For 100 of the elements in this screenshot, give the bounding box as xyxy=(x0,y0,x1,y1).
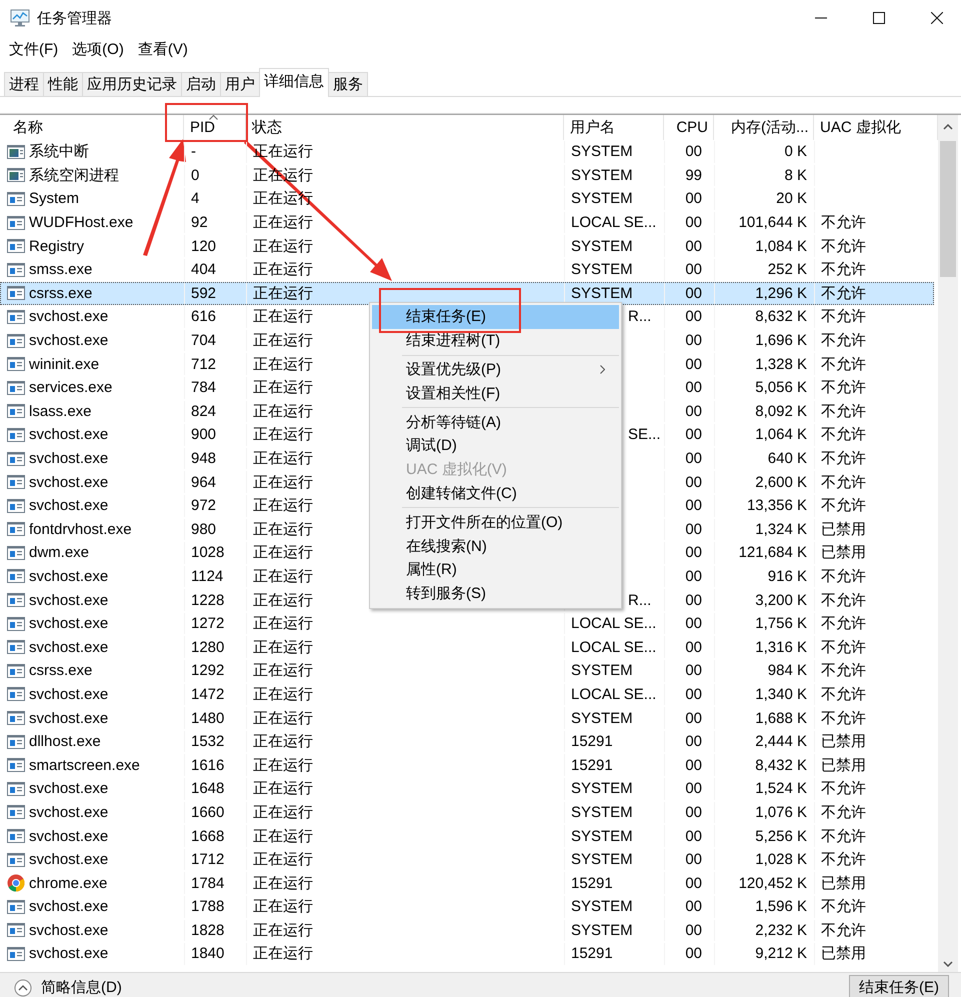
context-menu-item[interactable]: 结束任务(E) xyxy=(372,305,619,329)
process-name: 系统中断 xyxy=(29,142,89,162)
cpu-value: 00 xyxy=(685,592,702,609)
context-menu-item[interactable]: 设置相关性(F) xyxy=(372,381,619,406)
window-icon xyxy=(7,262,25,277)
tab[interactable]: 应用历史记录 xyxy=(82,72,182,96)
tab[interactable]: 用户 xyxy=(220,72,260,96)
close-icon[interactable] xyxy=(931,12,943,24)
process-name: svchost.exe xyxy=(29,615,108,632)
memory-value: 20 K xyxy=(776,190,807,208)
pid-value: 1028 xyxy=(191,544,224,562)
process-name: svchost.exe xyxy=(29,332,108,350)
window-icon xyxy=(7,946,25,961)
scroll-thumb[interactable] xyxy=(940,141,956,277)
user-name-value: LOCAL SE... xyxy=(571,686,656,703)
column-header[interactable]: 内存(活动... xyxy=(714,115,814,140)
window-icon xyxy=(7,475,25,490)
window-icon xyxy=(7,758,25,772)
memory-value: 1,696 K xyxy=(755,332,807,350)
cpu-value: 00 xyxy=(685,662,702,680)
window-icon xyxy=(7,168,25,182)
status-value: 正在运行 xyxy=(253,543,313,562)
tab[interactable]: 进程 xyxy=(4,72,44,96)
process-name: Registry xyxy=(29,238,84,255)
pid-value: 948 xyxy=(191,450,216,468)
pid-value: 120 xyxy=(191,238,216,255)
context-menu-item[interactable]: 转到服务(S) xyxy=(372,582,619,606)
window-icon xyxy=(7,616,25,631)
cpu-value: 00 xyxy=(685,238,702,255)
window-icon xyxy=(7,192,25,206)
user-name-value: R... xyxy=(628,592,652,609)
table-row[interactable]: csrss.exe 592 正在运行 SYSTEM 00 1,296 K 不允许 xyxy=(0,282,934,306)
uac-value: 不允许 xyxy=(821,638,866,657)
context-menu-item[interactable]: 结束进程树(T) xyxy=(372,328,619,353)
status-value: 正在运行 xyxy=(253,496,313,516)
window-icon xyxy=(7,687,25,702)
window-icon xyxy=(7,900,25,914)
tab[interactable]: 启动 xyxy=(181,72,221,96)
cpu-value: 00 xyxy=(685,780,702,798)
pid-value: 1272 xyxy=(191,615,224,632)
pid-value: 1472 xyxy=(191,686,224,703)
column-label: CPU xyxy=(676,119,708,136)
status-value: 正在运行 xyxy=(253,472,313,492)
context-menu-item[interactable]: 打开文件所在的位置(O) xyxy=(372,510,619,534)
cpu-value: 00 xyxy=(685,402,702,420)
context-menu-item[interactable]: 分析等待链(A) xyxy=(372,410,619,434)
status-value: 正在运行 xyxy=(253,756,313,775)
pid-value: - xyxy=(191,143,196,160)
pid-value: 4 xyxy=(191,190,200,208)
pid-value: 1660 xyxy=(191,804,224,821)
cpu-value: 00 xyxy=(685,214,702,232)
status-value: 正在运行 xyxy=(253,425,313,444)
maximize-icon[interactable] xyxy=(873,12,885,24)
memory-value: 1,064 K xyxy=(755,426,807,444)
menu-item[interactable]: 选项(O) xyxy=(72,40,124,58)
context-menu-item[interactable]: 设置优先级(P) xyxy=(372,358,619,382)
context-menu-item[interactable]: 在线搜索(N) xyxy=(372,534,619,558)
process-name: svchost.exe xyxy=(29,638,108,656)
uac-value: 不允许 xyxy=(821,850,866,870)
memory-value: 640 K xyxy=(768,450,807,468)
tab[interactable]: 服务 xyxy=(328,72,368,96)
context-menu-item[interactable]: 调试(D) xyxy=(372,434,619,458)
scroll-down-icon[interactable] xyxy=(943,961,953,967)
memory-value: 1,076 K xyxy=(755,804,807,821)
cpu-value: 00 xyxy=(685,332,702,350)
memory-value: 2,444 K xyxy=(755,733,807,750)
window-icon xyxy=(7,286,25,300)
chevron-right-icon xyxy=(600,364,605,374)
window-icon xyxy=(7,640,25,654)
memory-value: 3,200 K xyxy=(755,592,807,609)
uac-value: 不允许 xyxy=(821,826,866,846)
tab[interactable]: 详细信息 xyxy=(259,68,329,97)
column-header[interactable]: PID xyxy=(184,115,246,140)
column-header[interactable]: 名称 xyxy=(4,115,184,140)
tab[interactable]: 性能 xyxy=(43,72,83,96)
pid-value: 616 xyxy=(191,308,216,326)
end-task-button[interactable]: 结束任务(E) xyxy=(849,975,949,997)
column-header[interactable]: 状态 xyxy=(246,115,564,140)
process-name: 系统空闲进程 xyxy=(29,166,119,185)
pid-value: 1228 xyxy=(191,592,224,609)
uac-value: 不允许 xyxy=(821,684,866,704)
memory-value: 1,084 K xyxy=(755,238,807,255)
context-menu-item[interactable]: 属性(R) xyxy=(372,558,619,582)
window-icon xyxy=(7,404,25,418)
process-name: svchost.exe xyxy=(29,945,108,962)
pid-value: 980 xyxy=(191,520,216,538)
cpu-value: 00 xyxy=(685,379,702,396)
cpu-value: 00 xyxy=(685,874,702,892)
menu-item[interactable]: 文件(F) xyxy=(9,40,58,58)
details-toggle[interactable]: 简略信息(D) xyxy=(14,978,122,997)
scroll-up-icon[interactable] xyxy=(943,124,953,130)
menu-item[interactable]: 查看(V) xyxy=(138,40,188,58)
sort-ascending-icon xyxy=(209,115,218,120)
column-header[interactable]: CPU xyxy=(664,115,714,140)
window-icon xyxy=(7,452,25,466)
context-menu-item[interactable]: 创建转储文件(C) xyxy=(372,482,619,506)
status-value: 正在运行 xyxy=(253,449,313,468)
memory-value: 5,056 K xyxy=(755,379,807,396)
column-header[interactable]: 用户名 xyxy=(564,115,664,140)
scrollbar[interactable] xyxy=(938,115,958,972)
